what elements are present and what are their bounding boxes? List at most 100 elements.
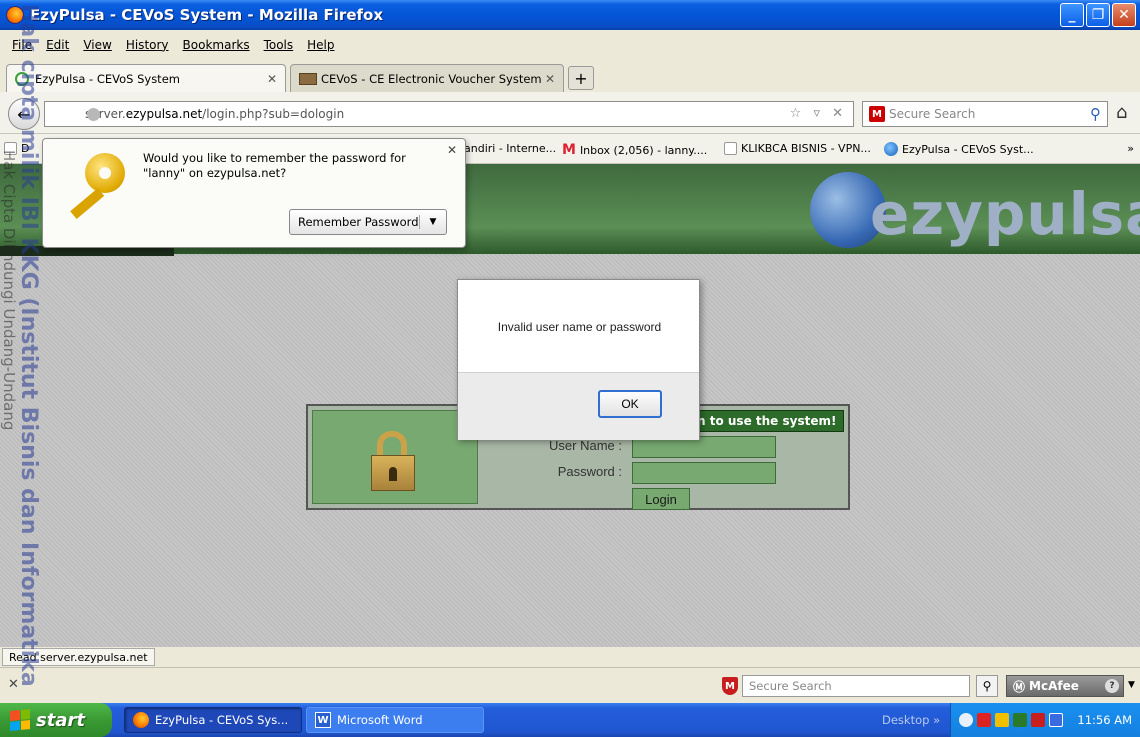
window-controls: _ ❐ ✕: [1060, 3, 1136, 27]
gmail-icon: M: [562, 142, 576, 158]
alert-dialog: Invalid user name or password OK: [457, 279, 700, 440]
start-button[interactable]: start: [0, 703, 112, 737]
dropdown-arrow-icon[interactable]: ▼: [420, 217, 446, 227]
tab-close-icon[interactable]: ✕: [545, 72, 555, 86]
antivirus-icon[interactable]: [1013, 713, 1027, 727]
addon-bar-close-icon[interactable]: ✕: [8, 677, 19, 692]
login-header: n to use the system!: [692, 410, 844, 432]
navigation-bar: ← server. ezypulsa.net/login.php?sub=dolo…: [0, 92, 1140, 134]
bookmark-label: Inbox (2,056) - lanny....: [579, 143, 708, 157]
firefox-icon: [6, 6, 24, 24]
site-logo-text: ezypulsa: [870, 180, 1140, 248]
taskbar-firefox[interactable]: EzyPulsa - CEVoS Sys...: [124, 707, 302, 733]
alert-message: Invalid user name or password: [497, 320, 662, 334]
tab-cevos[interactable]: CEVoS - CE Electronic Voucher System ✕: [290, 64, 564, 92]
ok-button[interactable]: OK: [598, 390, 662, 418]
windows-logo-icon: [10, 708, 30, 732]
username-label: User Name :: [549, 438, 622, 453]
taskbar-word[interactable]: W Microsoft Word: [306, 707, 484, 733]
lock-panel: [312, 410, 478, 504]
bookmark-item[interactable]: andiri - Interne...: [464, 142, 556, 155]
login-button[interactable]: Login: [632, 488, 690, 510]
tray-expand-icon[interactable]: [959, 713, 973, 727]
dropdown-arrow-icon[interactable]: ▼: [1128, 680, 1135, 690]
menu-view[interactable]: View: [83, 38, 111, 52]
remember-password-message: Would you like to remember the password …: [143, 151, 406, 180]
remember-password-notification: Would you like to remember the password …: [42, 138, 466, 248]
menu-bar: File Edit View History Bookmarks Tools H…: [0, 30, 1140, 60]
bookmark-label: andiri - Interne...: [464, 142, 557, 155]
menu-history[interactable]: History: [126, 38, 169, 52]
loading-icon: [15, 71, 29, 86]
tab-ezypulsa[interactable]: EzyPulsa - CEVoS System ✕: [6, 64, 286, 92]
tab-label: EzyPulsa - CEVoS System: [35, 71, 180, 86]
notification-close-icon[interactable]: ✕: [447, 143, 457, 157]
mcafee-shield-icon[interactable]: M: [869, 106, 885, 122]
remember-password-button[interactable]: Remember Password ▼: [289, 209, 447, 235]
remember-password-label: Remember Password: [290, 215, 420, 229]
bookmark-item[interactable]: EzyPulsa - CEVoS Syst...: [884, 142, 1034, 156]
bookmark-label: D: [21, 142, 30, 155]
new-tab-button[interactable]: +: [568, 66, 594, 90]
mcafee-search-input[interactable]: Secure Search: [742, 675, 970, 697]
url-bar[interactable]: server. ezypulsa.net/login.php?sub=dologi…: [44, 101, 854, 127]
ezypulsa-favicon-icon: [884, 142, 898, 156]
bookmark-icon: [4, 142, 17, 155]
status-text: Read server.ezypulsa.net: [2, 648, 155, 666]
mcafee-button[interactable]: Ⓜ McAfee ?: [1006, 675, 1124, 697]
url-domain: ezypulsa.net: [125, 107, 203, 121]
menu-tools[interactable]: Tools: [264, 38, 294, 52]
window-titlebar[interactable]: EzyPulsa - CEVoS System - Mozilla Firefo…: [0, 0, 1140, 30]
status-bar: Read server.ezypulsa.net: [0, 647, 1140, 667]
password-field[interactable]: [632, 462, 776, 484]
menu-help[interactable]: Help: [307, 38, 334, 52]
word-icon: W: [315, 712, 331, 728]
mcafee-brand-label: McAfee: [1029, 679, 1079, 693]
help-icon[interactable]: ?: [1105, 679, 1119, 693]
bookmark-icon: [724, 142, 737, 155]
start-label: start: [36, 709, 85, 731]
password-label: Password :: [557, 464, 622, 479]
window-title: EzyPulsa - CEVoS System - Mozilla Firefo…: [30, 6, 384, 24]
mcafee-tray-icon[interactable]: [1031, 713, 1045, 727]
cevos-favicon-icon: [299, 72, 317, 85]
taskbar-item-label: Microsoft Word: [337, 713, 423, 727]
display-icon[interactable]: [1049, 713, 1063, 727]
alert-footer: OK: [458, 372, 699, 440]
bookmark-label: EzyPulsa - CEVoS Syst...: [902, 142, 1034, 156]
clock: 11:56 AM: [1077, 713, 1132, 727]
network-icon[interactable]: [995, 713, 1009, 727]
bookmark-label: KLIKBCA BISNIS - VPN...: [741, 142, 871, 155]
menu-edit[interactable]: Edit: [46, 38, 69, 52]
url-controls[interactable]: ☆ ▿ ✕: [790, 106, 847, 121]
system-tray: 11:56 AM: [950, 703, 1140, 737]
minimize-icon[interactable]: _: [1060, 3, 1084, 27]
tab-label: CEVoS - CE Electronic Voucher System: [321, 71, 542, 86]
tab-bar: EzyPulsa - CEVoS System ✕ CEVoS - CE Ele…: [0, 60, 1140, 92]
site-identity-icon[interactable]: [87, 108, 100, 121]
search-icon[interactable]: ⚲: [976, 675, 998, 697]
pdf-icon[interactable]: [977, 713, 991, 727]
restore-icon[interactable]: ❐: [1086, 3, 1110, 27]
mcafee-shield-icon[interactable]: M: [722, 677, 738, 695]
menu-bookmarks[interactable]: Bookmarks: [183, 38, 250, 52]
back-button[interactable]: ←: [8, 98, 40, 130]
padlock-keyhole: [389, 467, 397, 481]
bookmark-item[interactable]: M Inbox (2,056) - lanny....: [562, 142, 707, 158]
bookmark-item[interactable]: KLIKBCA BISNIS - VPN...: [724, 142, 871, 155]
bookmarks-overflow-icon[interactable]: »: [1127, 142, 1134, 155]
search-icon[interactable]: ⚲: [1090, 105, 1101, 123]
url-path: /login.php?sub=dologin: [202, 107, 345, 121]
mcafee-logo-icon: Ⓜ: [1013, 679, 1026, 694]
bookmark-item[interactable]: D: [4, 142, 29, 155]
close-icon[interactable]: ✕: [1112, 3, 1136, 27]
search-bar[interactable]: M Secure Search ⚲: [862, 101, 1108, 127]
addon-bar: ✕ M Secure Search ⚲ Ⓜ McAfee ? ▼: [0, 667, 1140, 703]
tab-close-icon[interactable]: ✕: [267, 72, 277, 86]
desktop-label: Desktop: [882, 713, 930, 727]
menu-file[interactable]: File: [12, 38, 32, 52]
desktop-toolbar[interactable]: Desktop »: [882, 713, 940, 727]
home-icon[interactable]: ⌂: [1116, 102, 1127, 123]
search-placeholder: Secure Search: [889, 107, 976, 121]
taskbar-item-label: EzyPulsa - CEVoS Sys...: [155, 713, 289, 727]
